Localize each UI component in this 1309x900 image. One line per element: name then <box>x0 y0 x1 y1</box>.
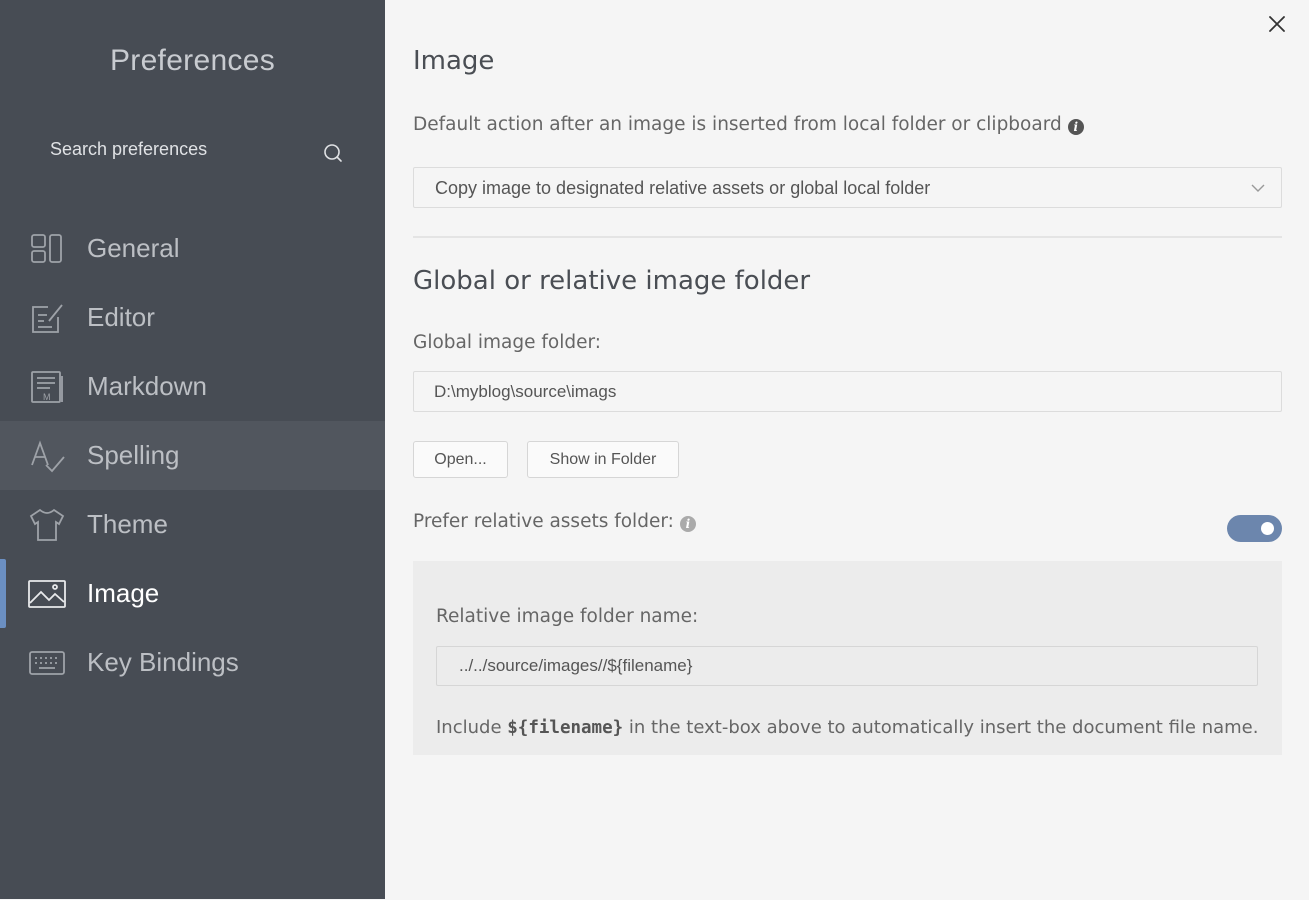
global-folder-label: Global image folder: <box>413 332 602 353</box>
info-icon[interactable]: i <box>1067 119 1084 135</box>
theme-icon <box>28 506 66 544</box>
sidebar-item-image[interactable]: Image <box>0 559 385 628</box>
keyboard-icon <box>28 644 66 682</box>
markdown-icon: M <box>28 368 66 406</box>
search-icon[interactable] <box>323 143 343 163</box>
general-icon <box>28 230 66 268</box>
default-action-select[interactable]: Copy image to designated relative assets… <box>413 167 1282 208</box>
relative-folder-label: Relative image folder name: <box>436 606 699 627</box>
spelling-icon <box>28 437 66 475</box>
chevron-down-icon <box>1251 181 1265 195</box>
global-folder-input[interactable] <box>413 371 1282 412</box>
sidebar-item-editor[interactable]: Editor <box>0 283 385 352</box>
svg-text:M: M <box>43 392 51 402</box>
default-action-label: Default action after an image is inserte… <box>413 114 1084 135</box>
note-after: in the text-box above to automatically i… <box>628 717 1259 738</box>
sidebar-item-markdown[interactable]: M Markdown <box>0 352 385 421</box>
default-action-text: Default action after an image is inserte… <box>413 114 1062 135</box>
relative-folder-panel: Relative image folder name: Include ${fi… <box>413 561 1282 755</box>
prefer-relative-label: Prefer relative assets folder: i <box>413 511 696 532</box>
open-button[interactable]: Open... <box>413 441 508 478</box>
sidebar-item-label: Image <box>87 578 160 608</box>
divider <box>413 236 1282 238</box>
editor-icon <box>28 299 66 337</box>
sidebar-title: Preferences <box>109 44 276 77</box>
show-in-folder-button[interactable]: Show in Folder <box>527 441 679 478</box>
folder-section-title: Global or relative image folder <box>413 266 811 296</box>
prefer-relative-text: Prefer relative assets folder: <box>413 511 674 532</box>
filename-token: ${filename} <box>507 718 624 738</box>
info-icon[interactable]: i <box>679 516 696 532</box>
relative-folder-note: Include ${filename} in the text-box abov… <box>436 717 1258 738</box>
sidebar-item-spelling[interactable]: Spelling <box>0 421 385 490</box>
default-action-value: Copy image to designated relative assets… <box>435 178 931 198</box>
note-before: Include <box>436 717 502 738</box>
prefer-relative-toggle[interactable] <box>1227 515 1282 542</box>
search-input[interactable] <box>30 124 355 174</box>
toggle-knob <box>1261 522 1274 535</box>
sidebar-item-label: Markdown <box>87 371 207 401</box>
sidebar-item-key-bindings[interactable]: Key Bindings <box>0 628 385 697</box>
sidebar-item-label: Key Bindings <box>87 647 239 677</box>
close-icon[interactable] <box>1265 12 1289 36</box>
search-box <box>30 124 355 180</box>
sidebar-item-general[interactable]: General <box>0 214 385 283</box>
sidebar-nav: General Editor M Markdown Spelling Theme… <box>0 214 385 697</box>
image-icon <box>28 575 66 613</box>
main-panel: Image Default action after an image is i… <box>385 0 1309 899</box>
page-title: Image <box>413 46 495 76</box>
active-indicator <box>0 559 6 628</box>
sidebar-item-label: Theme <box>87 509 168 539</box>
sidebar-item-theme[interactable]: Theme <box>0 490 385 559</box>
sidebar-item-label: Spelling <box>87 440 180 470</box>
relative-folder-input[interactable] <box>436 646 1258 686</box>
sidebar: Preferences General <box>0 0 385 899</box>
sidebar-item-label: Editor <box>87 302 155 332</box>
sidebar-item-label: General <box>87 233 180 263</box>
